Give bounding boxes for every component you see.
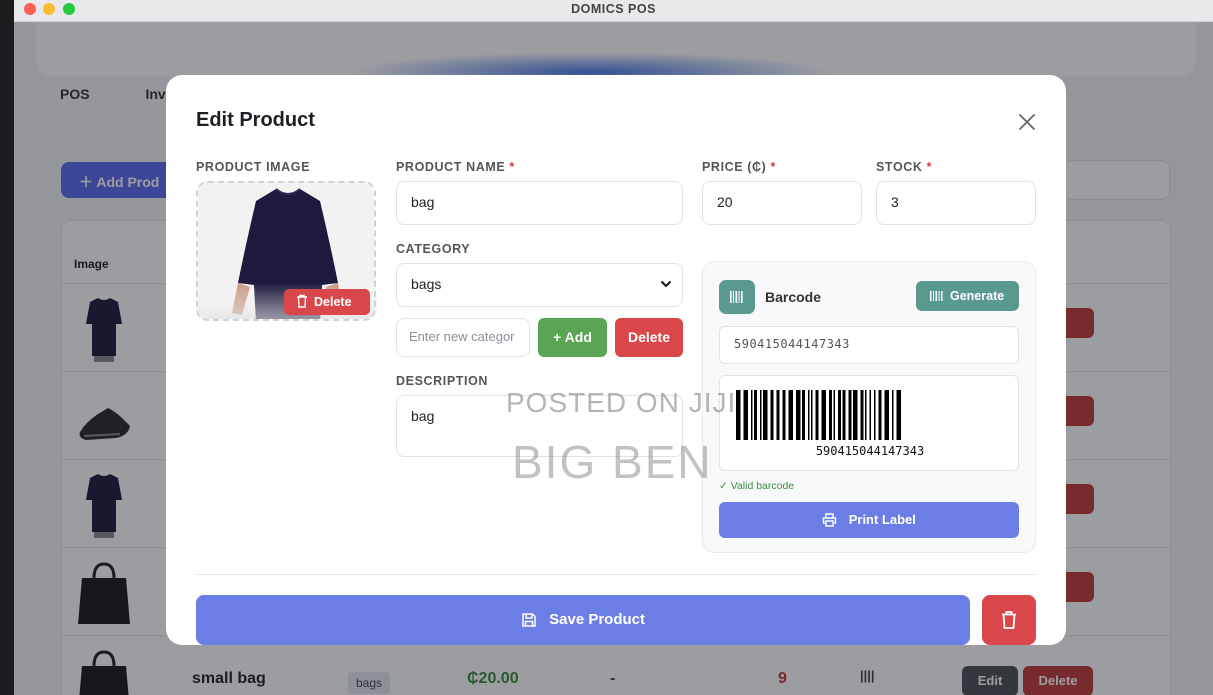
window-titlebar: DOMICS POS	[14, 0, 1213, 22]
barcode-bar	[878, 390, 882, 440]
trash-icon	[297, 294, 307, 308]
generate-barcode-button[interactable]: Generate	[916, 281, 1019, 311]
barcode-bar	[751, 390, 753, 440]
save-product-label: Save Product	[549, 611, 646, 628]
trash-icon	[1002, 611, 1016, 629]
price-label: PRICE (₵) *	[702, 160, 776, 174]
barcode-bar	[815, 390, 819, 440]
image-delete-label: Delete	[314, 295, 352, 309]
barcode-bar	[896, 390, 901, 440]
barcode-bar	[802, 390, 805, 440]
barcode-bar	[736, 390, 741, 440]
printer-icon	[822, 513, 837, 527]
close-icon[interactable]	[1016, 111, 1038, 133]
barcode-bar	[788, 390, 793, 440]
footer-divider	[196, 574, 1036, 575]
barcode-bar	[763, 390, 768, 440]
barcode-image: 590415044147343	[719, 375, 1019, 471]
barcode-bar	[743, 390, 748, 440]
chevron-down-icon	[660, 280, 672, 288]
barcode-bar	[892, 390, 894, 440]
barcode-bar	[808, 390, 810, 440]
generate-label: Generate	[950, 289, 1005, 303]
save-product-button[interactable]: Save Product	[196, 595, 970, 645]
product-image-label: PRODUCT IMAGE	[196, 160, 311, 174]
barcode-input[interactable]: 590415044147343	[719, 326, 1019, 364]
barcode-bar	[754, 390, 757, 440]
product-name-input[interactable]: bag	[396, 181, 683, 225]
category-label: CATEGORY	[396, 242, 471, 256]
barcode-bar	[796, 390, 801, 440]
product-image-preview[interactable]: Delete	[196, 181, 376, 321]
barcode-panel: Barcode Generate 590415044147343 5904150…	[702, 261, 1036, 553]
window-title: DOMICS POS	[571, 2, 656, 16]
barcode-title: Barcode	[765, 289, 822, 305]
delete-category-button[interactable]: Delete	[615, 318, 683, 357]
print-label-button[interactable]: Print Label	[719, 502, 1019, 538]
save-icon	[522, 613, 536, 627]
barcode-bars	[736, 390, 901, 440]
description-label: DESCRIPTION	[396, 374, 489, 388]
barcode-bar	[838, 390, 841, 440]
add-category-button[interactable]: + Add	[538, 318, 607, 357]
barcode-bar	[782, 390, 786, 440]
barcode-bar	[860, 390, 864, 440]
barcode-bar	[776, 390, 780, 440]
barcode-bar	[760, 390, 762, 440]
barcode-bar	[770, 390, 774, 440]
barcode-bar	[811, 390, 813, 440]
barcode-bar	[821, 390, 826, 440]
modal-title: Edit Product	[196, 109, 315, 131]
barcode-number: 590415044147343	[815, 444, 925, 458]
product-name-label: PRODUCT NAME *	[396, 160, 515, 174]
edit-product-modal: Edit Product PRODUCT IMAGE Delete PRODUC…	[166, 75, 1066, 645]
watermark-line2: BIG BEN	[512, 436, 713, 488]
barcode-bar	[833, 390, 835, 440]
stock-input[interactable]: 3	[876, 181, 1036, 225]
barcode-bar	[829, 390, 832, 440]
delete-product-button[interactable]	[982, 595, 1036, 645]
category-selected-value: bags	[411, 276, 442, 292]
barcode-bar	[884, 390, 889, 440]
barcode-icon	[930, 291, 943, 301]
category-select[interactable]: bags	[396, 263, 683, 307]
barcode-bar	[865, 390, 867, 440]
barcode-valid-text: ✓ Valid barcode	[719, 480, 795, 492]
new-category-input[interactable]: Enter new categor	[396, 318, 530, 357]
barcode-bar	[842, 390, 846, 440]
image-delete-button[interactable]: Delete	[284, 289, 370, 315]
barcode-bar	[869, 390, 871, 440]
stock-label: STOCK *	[876, 160, 933, 174]
barcode-icon	[719, 280, 755, 314]
barcode-bar	[848, 390, 852, 440]
print-label-text: Print Label	[848, 512, 916, 527]
price-input[interactable]: 20	[702, 181, 862, 225]
watermark-line1: POSTED ON JIJI	[506, 387, 737, 418]
barcode-bar	[874, 390, 876, 440]
barcode-bar	[853, 390, 858, 440]
